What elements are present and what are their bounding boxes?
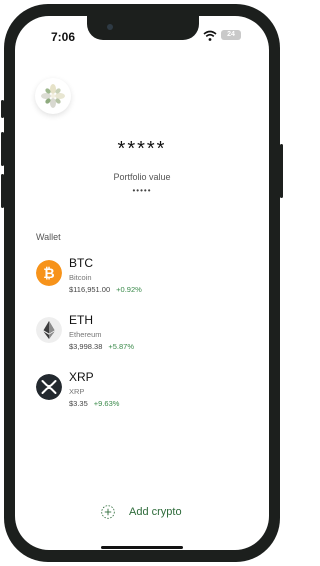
home-indicator[interactable] [101,546,183,549]
app-screen: 7:06 24 ***** Portfolio value ••••• Wall… [15,16,269,550]
asset-price-line: $116,951.00 +0.92% [69,285,142,294]
volume-down-button [1,174,4,208]
portfolio-value[interactable]: ***** [15,138,269,161]
app-logo[interactable] [35,78,71,114]
asset-price-line: $3.35 +9.63% [69,399,119,408]
asset-row-eth[interactable]: ETH Ethereum $3,998.38 +5.87% [15,313,269,365]
asset-symbol: XRP [69,370,94,384]
asset-change: +5.87% [108,342,135,351]
asset-row-xrp[interactable]: XRP XRP $3.35 +9.63% [15,370,269,422]
asset-name: Ethereum [69,330,102,339]
wifi-icon [203,30,217,41]
asset-symbol: ETH [69,313,93,327]
bitcoin-icon: ₿ [36,260,62,286]
add-crypto-label: Add crypto [129,506,182,518]
asset-row-btc[interactable]: ₿ BTC Bitcoin $116,951.00 +0.92% [15,256,269,308]
ethereum-icon [36,317,62,343]
asset-price: $3,998.38 [69,342,103,351]
camera-icon [107,24,113,30]
asset-change: +0.92% [116,285,142,294]
asset-name: XRP [69,387,85,396]
asset-price: $116,951.00 [69,285,111,294]
portfolio-change-hidden: ••••• [132,186,152,195]
battery-level: 24 [227,31,235,38]
asset-change: +9.63% [93,399,120,408]
status-time: 7:06 [51,30,76,44]
power-button [280,144,283,198]
phone-frame: 7:06 24 ***** Portfolio value ••••• Wall… [1,4,283,562]
svg-text:₿: ₿ [43,266,54,282]
notch [87,16,199,40]
wallet-heading: Wallet [36,232,61,242]
status-bar: 7:06 24 [15,16,269,52]
xrp-icon [36,374,62,400]
add-circle-icon [101,505,115,519]
portfolio-value-label: Portfolio value [113,172,171,182]
volume-up-button [1,132,4,166]
flower-logo-icon [41,84,65,108]
asset-price-line: $3,998.38 +5.87% [69,342,134,351]
asset-price: $3.35 [69,399,88,408]
mute-switch [1,100,4,118]
asset-name: Bitcoin [69,273,92,282]
asset-symbol: BTC [69,256,93,270]
battery-icon: 24 [221,30,241,40]
